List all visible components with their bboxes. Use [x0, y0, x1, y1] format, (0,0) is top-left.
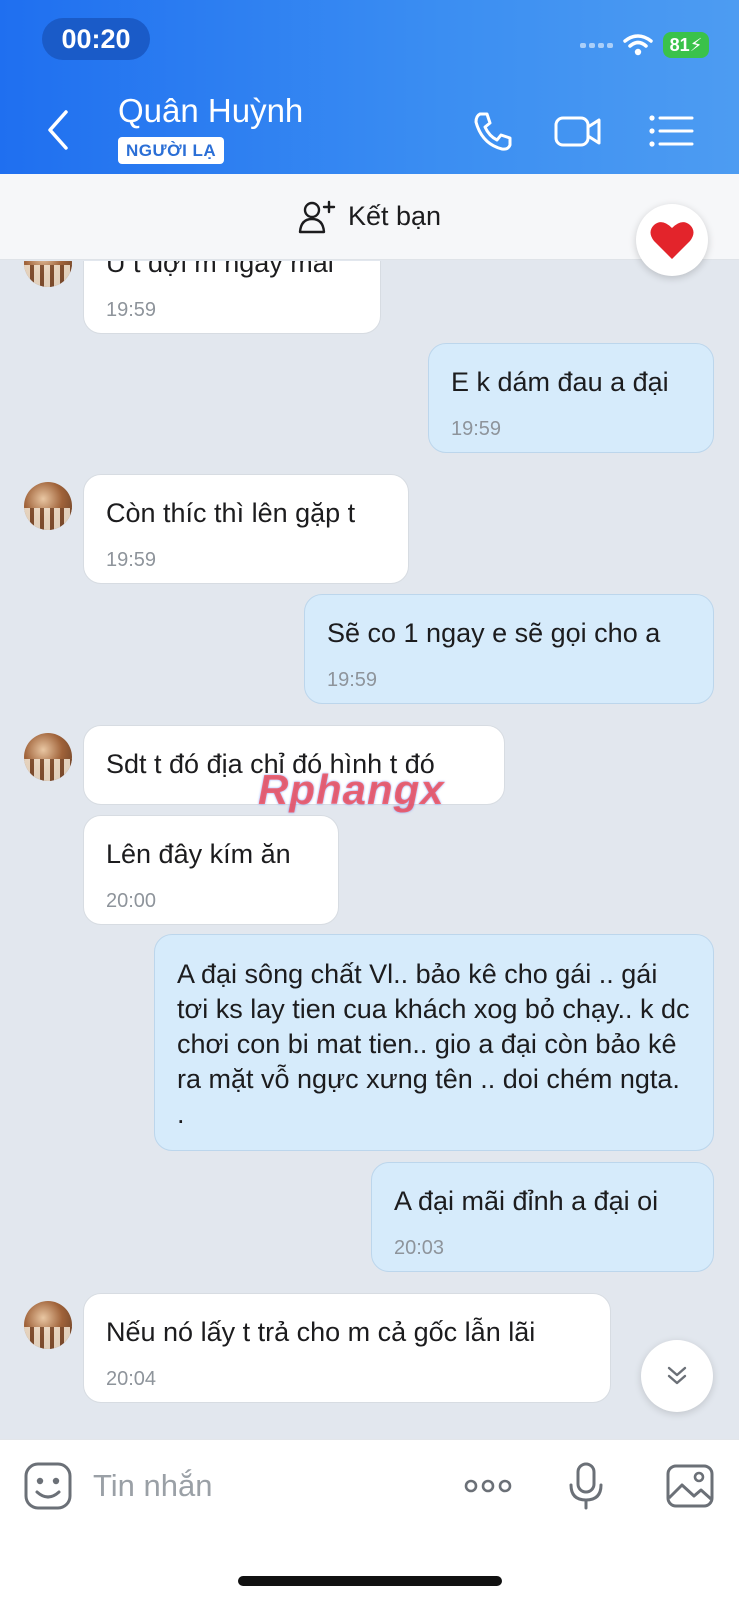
watermark-logo: Rphangx	[258, 766, 445, 813]
message-time: 19:59	[327, 669, 378, 691]
scroll-to-bottom-button[interactable]	[641, 1340, 713, 1412]
add-user-icon	[298, 200, 336, 233]
heart-reaction-button[interactable]	[636, 204, 708, 276]
avatar[interactable]	[24, 1301, 72, 1349]
chat-header: 00:20 81 ⚡ Quân Huỳnh NGƯỜI LẠ	[0, 0, 739, 174]
message-bubble-incoming[interactable]: Lên đây kím ăn 20:00	[83, 815, 339, 925]
double-chevron-down-icon	[667, 1366, 687, 1385]
contact-name[interactable]: Quân Huỳnh	[118, 92, 303, 130]
status-time: 00:20	[42, 18, 150, 60]
message-text: A đại mãi đỉnh a đại oi	[394, 1186, 659, 1216]
add-friend-bar[interactable]: Kết bạn	[0, 174, 739, 260]
message-bubble-outgoing[interactable]: A đại sông chất Vl.. bảo kê cho gái .. g…	[154, 934, 714, 1151]
message-text: E k dám đau a đại	[451, 367, 669, 397]
message-text: A đại sông chất Vl.. bảo kê cho gái .. g…	[177, 959, 690, 1129]
microphone-icon[interactable]	[560, 1460, 612, 1512]
add-friend-label: Kết bạn	[347, 201, 442, 231]
avatar[interactable]	[24, 482, 72, 530]
message-bubble-outgoing[interactable]: A đại mãi đỉnh a đại oi 20:03	[371, 1162, 714, 1272]
sticker-emoji-icon[interactable]	[22, 1460, 74, 1512]
signal-icon	[580, 42, 613, 48]
message-time: 20:04	[106, 1368, 157, 1390]
message-bubble-incoming[interactable]: U t đợi m ngày mai 19:59	[83, 261, 381, 334]
message-bubble-outgoing[interactable]: Sẽ co 1 ngay e sẽ gọi cho a 19:59	[304, 594, 714, 704]
message-list[interactable]: U t đợi m ngày mai 19:59 E k dám đau a đ…	[0, 261, 739, 1439]
message-bubble-incoming[interactable]: Nếu nó lấy t trả cho m cả gốc lẫn lãi 20…	[83, 1293, 611, 1403]
message-text: Lên đây kím ăn	[106, 839, 291, 869]
back-arrow-icon[interactable]	[40, 106, 76, 154]
heart-icon	[650, 222, 694, 259]
message-text: Nếu nó lấy t trả cho m cả gốc lẫn lãi	[106, 1317, 536, 1347]
message-text: U t đợi m ngày mai	[106, 261, 334, 278]
message-input[interactable]: Tin nhắn	[93, 1468, 213, 1504]
phone-call-icon[interactable]	[468, 106, 518, 156]
menu-list-icon[interactable]	[646, 106, 696, 156]
message-time: 20:00	[106, 890, 157, 912]
avatar[interactable]	[24, 261, 72, 287]
avatar[interactable]	[24, 733, 72, 781]
wifi-icon	[623, 34, 653, 56]
message-text: Còn thíc thì lên gặp t	[106, 498, 356, 528]
stranger-badge: NGƯỜI LẠ	[118, 137, 225, 164]
message-time: 20:03	[394, 1237, 445, 1259]
message-bubble-incoming[interactable]: Còn thíc thì lên gặp t 19:59	[83, 474, 409, 584]
message-input-bar: Tin nhắn	[0, 1439, 739, 1600]
message-bubble-outgoing[interactable]: E k dám đau a đại 19:59	[428, 343, 714, 453]
message-time: 19:59	[106, 549, 157, 571]
status-icons: 81 ⚡	[580, 30, 709, 60]
message-time: 19:59	[451, 418, 502, 440]
message-text: Sẽ co 1 ngay e sẽ gọi cho a	[327, 618, 661, 648]
more-options-icon[interactable]	[462, 1460, 514, 1512]
battery-indicator: 81 ⚡	[663, 32, 709, 58]
image-gallery-icon[interactable]	[664, 1460, 716, 1512]
home-indicator[interactable]	[238, 1576, 502, 1586]
message-time: 19:59	[106, 299, 157, 321]
video-call-icon[interactable]	[553, 106, 603, 156]
